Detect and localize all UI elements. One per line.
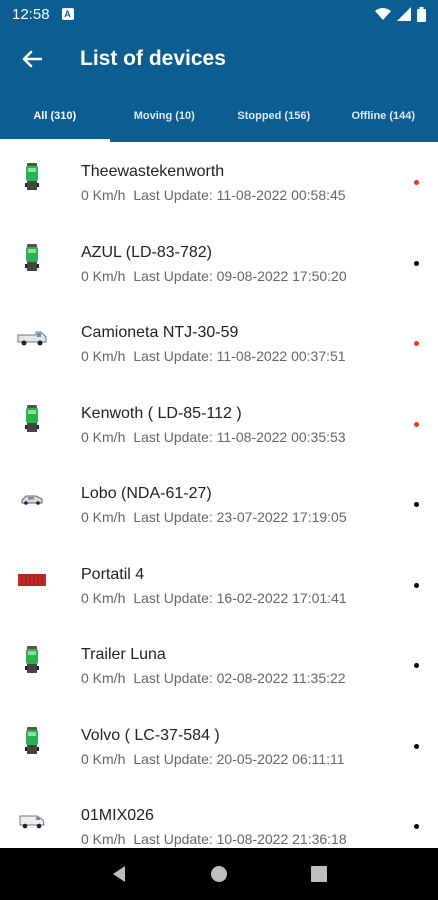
device-speed: 0 Km/h: [81, 670, 126, 686]
status-dot: [414, 421, 419, 427]
status-dot: [414, 582, 419, 588]
truck-icon: [14, 404, 50, 434]
list-item[interactable]: Lobo (NDA-61-27) 0 Km/h Last Update: 23-0…: [0, 464, 438, 545]
nav-back-icon[interactable]: [111, 865, 127, 883]
signal-icon: [397, 7, 411, 21]
device-meta: 0 Km/h Last Update: 10-08-2022 21:36:18: [81, 831, 347, 847]
status-dot: [414, 743, 419, 749]
status-dot: [414, 824, 419, 829]
device-name: Lobo (NDA-61-27): [81, 485, 212, 502]
device-name: Trailer Luna: [81, 646, 166, 663]
device-last-update: Last Update: 11-08-2022 00:58:45: [133, 187, 346, 203]
truck-icon: [14, 243, 50, 273]
list-item[interactable]: Volvo ( LC-37-584 ) 0 Km/h Last Update: 2…: [0, 706, 438, 787]
device-meta: 0 Km/h Last Update: 11-08-2022 00:37:51: [81, 348, 346, 364]
device-meta: 0 Km/h Last Update: 11-08-2022 00:35:53: [81, 429, 346, 445]
status-dot: [414, 341, 419, 346]
list-item[interactable]: Portatil 4 0 Km/h Last Update: 16-02-2022…: [0, 545, 438, 626]
notification-icon: A: [61, 8, 74, 20]
page-title: List of devices: [80, 47, 226, 70]
device-meta: 0 Km/h Last Update: 02-08-2022 11:35:22: [81, 670, 346, 686]
battery-icon: [417, 6, 426, 22]
status-icons: [375, 6, 426, 22]
device-last-update: Last Update: 16-02-2022 17:01:41: [133, 589, 347, 606]
device-speed: 0 Km/h: [81, 750, 126, 767]
device-speed: 0 Km/h: [81, 267, 126, 284]
device-meta: 0 Km/h Last Update: 23-07-2022 17:19:05: [81, 509, 347, 525]
device-speed: 0 Km/h: [81, 187, 126, 203]
device-last-update: Last Update: 02-08-2022 11:35:22: [133, 670, 346, 686]
status-dot: [414, 502, 419, 507]
system-nav-bar: [0, 848, 438, 900]
device-last-update: Last Update: 23-07-2022 17:19:05: [133, 509, 347, 525]
device-name: Kenwoth ( LD-85-112 ): [81, 404, 242, 422]
list-item[interactable]: 01MIX026 0 Km/h Last Update: 10-08-2022 2…: [0, 786, 438, 848]
device-name: AZUL (LD-83-782): [81, 243, 213, 261]
device-meta: 0 Km/h Last Update: 09-08-2022 17:50:20: [81, 268, 347, 284]
truck-icon: [14, 645, 50, 675]
device-speed: 0 Km/h: [81, 831, 126, 847]
device-speed: 0 Km/h: [81, 589, 126, 606]
tab-all[interactable]: All (310): [0, 90, 110, 142]
device-last-update: Last Update: 09-08-2022 17:50:20: [133, 267, 347, 284]
back-button[interactable]: [0, 28, 64, 90]
arrow-left-icon: [22, 50, 42, 68]
container-icon: [14, 565, 50, 595]
device-meta: 0 Km/h Last Update: 11-08-2022 00:58:45: [81, 187, 346, 203]
list-item[interactable]: Kenwoth ( LD-85-112 ) 0 Km/h Last Update:…: [0, 384, 438, 465]
device-last-update: Last Update: 10-08-2022 21:36:18: [133, 831, 347, 847]
car-icon: [14, 484, 50, 514]
device-speed: 0 Km/h: [81, 428, 126, 445]
device-name: Portatil 4: [81, 565, 145, 583]
device-list[interactable]: Theewastekenworth 0 Km/h Last Update: 11-…: [0, 142, 438, 848]
status-dot: [414, 663, 419, 668]
van-icon: [14, 323, 50, 353]
nav-home-icon[interactable]: [210, 865, 228, 883]
device-name: Volvo ( LC-37-584 ): [81, 726, 220, 744]
device-last-update: Last Update: 11-08-2022 00:37:51: [133, 348, 346, 364]
app-bar: List of devices: [0, 28, 438, 90]
filter-tabs: All (310) Moving (10) Stopped (156) Offl…: [0, 90, 438, 142]
status-bar: 12:58 A: [0, 0, 438, 28]
list-item[interactable]: Theewastekenworth 0 Km/h Last Update: 11-…: [0, 142, 438, 223]
status-time: 12:58: [12, 5, 50, 23]
van-icon: [14, 806, 50, 836]
device-last-update: Last Update: 11-08-2022 00:35:53: [133, 428, 346, 445]
device-meta: 0 Km/h Last Update: 20-05-2022 06:11:11: [81, 751, 345, 767]
truck-icon: [14, 726, 50, 756]
device-name: 01MIX026: [81, 807, 154, 824]
truck-icon: [14, 162, 50, 192]
device-last-update: Last Update: 20-05-2022 06:11:11: [133, 750, 345, 767]
status-dot: [414, 260, 419, 266]
list-item[interactable]: Trailer Luna 0 Km/h Last Update: 02-08-20…: [0, 625, 438, 706]
list-item[interactable]: Camioneta NTJ-30-59 0 Km/h Last Update: 1…: [0, 303, 438, 384]
nav-recents-icon[interactable]: [310, 866, 327, 882]
tab-moving[interactable]: Moving (10): [110, 90, 220, 142]
wifi-icon: [375, 8, 391, 20]
list-item[interactable]: AZUL (LD-83-782) 0 Km/h Last Update: 09-0…: [0, 223, 438, 304]
device-speed: 0 Km/h: [81, 348, 126, 364]
status-dot: [414, 180, 419, 185]
device-name: Theewastekenworth: [81, 163, 225, 180]
tab-offline[interactable]: Offline (144): [329, 90, 438, 142]
device-meta: 0 Km/h Last Update: 16-02-2022 17:01:41: [81, 590, 347, 606]
device-speed: 0 Km/h: [81, 509, 126, 525]
tab-stopped[interactable]: Stopped (156): [219, 90, 329, 142]
device-name: Camioneta NTJ-30-59: [81, 324, 239, 341]
